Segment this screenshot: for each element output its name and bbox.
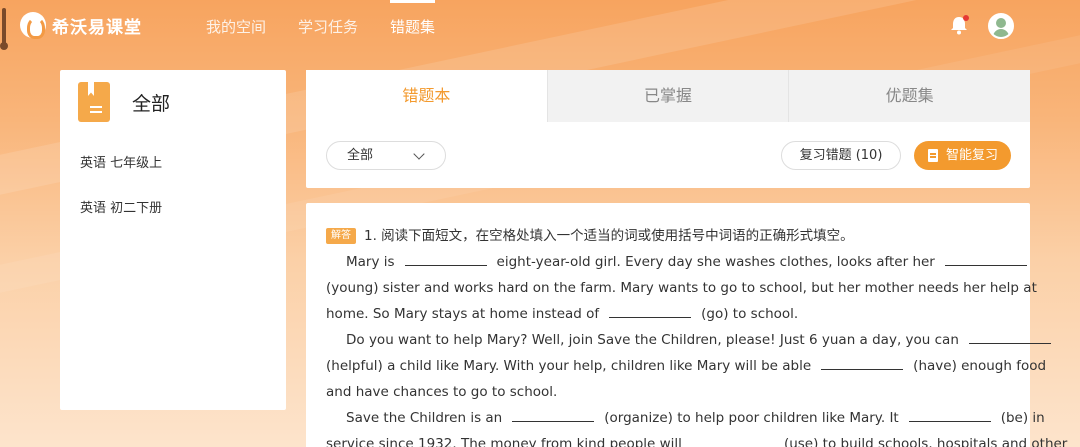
main-nav: 我的空间 学习任务 错题集 xyxy=(206,0,467,54)
mistake-tabs-card: 错题本 已掌握 优题集 全部 复习错题 (10) 智能复习 xyxy=(306,70,1031,188)
filter-selected-value: 全部 xyxy=(347,148,374,163)
answer-blank xyxy=(692,434,774,447)
answer-blank xyxy=(404,252,487,266)
answer-blank xyxy=(908,408,991,422)
smart-review-label: 智能复习 xyxy=(946,148,999,163)
user-avatar[interactable] xyxy=(988,13,1014,39)
top-bar: 希沃易课堂 我的空间 学习任务 错题集 xyxy=(0,0,1080,54)
question-header: 解答 1. 阅读下面短文，在空格处填入一个适当的词或使用括号中词语的正确形式填空… xyxy=(326,223,1010,249)
logo-icon xyxy=(20,12,46,39)
passage-line: and have chances to go to school. xyxy=(326,384,558,400)
nav-item-my-space[interactable]: 我的空间 xyxy=(206,0,266,54)
sidebar-item-english-grade8-vol2[interactable]: 英语 初二下册 xyxy=(80,197,162,216)
brand-logo[interactable]: 希沃易课堂 xyxy=(20,12,142,39)
passage-line: service since 1932. The money from kind … xyxy=(326,434,1068,447)
clipboard-icon xyxy=(928,149,938,162)
passage-line: Do you want to help Mary? Well, join Sav… xyxy=(326,327,1051,353)
nav-item-mistake-collection[interactable]: 错题集 xyxy=(390,0,436,54)
answer-blank xyxy=(821,356,904,370)
nav-item-learning-tasks[interactable]: 学习任务 xyxy=(298,0,358,54)
question-prompt: 1. 阅读下面短文，在空格处填入一个适当的词或使用括号中词语的正确形式填空。 xyxy=(364,228,854,244)
passage-line: Mary is eight-year-old girl. Every day sh… xyxy=(326,249,1027,275)
chevron-down-icon xyxy=(413,148,425,160)
answer-blank xyxy=(944,252,1027,266)
passage-line: Save the Children is an (organize) to hel… xyxy=(346,408,1045,426)
review-mistakes-button[interactable]: 复习错题 (10) xyxy=(781,141,901,170)
category-sidebar: 全部 英语 七年级上 英语 初二下册 xyxy=(60,70,286,410)
notification-bell-icon[interactable] xyxy=(948,14,970,36)
book-icon xyxy=(78,82,110,122)
filter-select[interactable]: 全部 xyxy=(326,141,446,170)
tab-bar: 错题本 已掌握 优题集 xyxy=(306,70,1031,122)
answer-blank xyxy=(609,304,692,318)
sidebar-title: 全部 xyxy=(132,92,171,115)
answer-badge: 解答 xyxy=(326,228,356,244)
question-card: 解答 1. 阅读下面短文，在空格处填入一个适当的词或使用括号中词语的正确形式填空… xyxy=(306,203,1068,447)
brand-name: 希沃易课堂 xyxy=(52,17,142,38)
tab-mastered[interactable]: 已掌握 xyxy=(546,70,789,122)
answer-blank xyxy=(968,330,1051,344)
thermometer-icon xyxy=(0,8,8,52)
passage-line: (young) sister and works hard on the far… xyxy=(326,280,1037,296)
smart-review-button[interactable]: 智能复习 xyxy=(914,141,1011,170)
answer-blank xyxy=(512,408,595,422)
passage-line: home. So Mary stays at home instead of (g… xyxy=(326,304,799,322)
sidebar-item-english-grade7-vol1[interactable]: 英语 七年级上 xyxy=(80,152,162,171)
passage-line: (helpful) a child like Mary. With your h… xyxy=(326,356,1047,374)
tab-featured-questions[interactable]: 优题集 xyxy=(788,70,1031,122)
sidebar-header[interactable]: 全部 xyxy=(78,82,170,122)
tab-mistake-book[interactable]: 错题本 xyxy=(306,70,547,122)
notification-dot xyxy=(963,15,969,21)
